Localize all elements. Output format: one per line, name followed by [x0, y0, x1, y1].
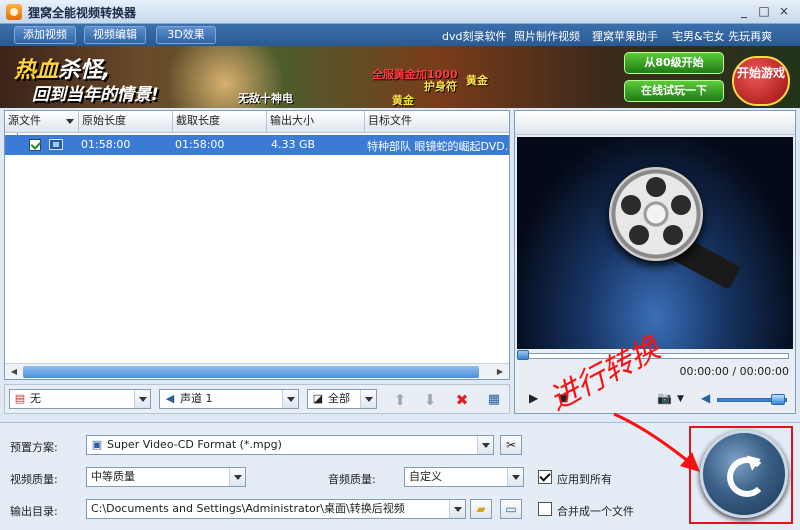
minimize-button[interactable]: _	[736, 4, 752, 19]
scroll-left-icon[interactable]: ◀	[7, 366, 21, 378]
clear-list-icon[interactable]: ▦	[483, 390, 505, 410]
col-output-size[interactable]: 输出大小	[267, 111, 365, 133]
move-up-icon[interactable]: ⬆	[389, 390, 411, 410]
list-controls: ▤ 无 ◀ 声道 1 ◪ 全部 ⬆ ⬇ ✖ ▦	[4, 384, 510, 414]
video-format-icon: ▣	[91, 438, 103, 451]
audio-quality-label: 音频质量:	[328, 473, 376, 486]
subtitle-select[interactable]: ▤ 无	[9, 389, 151, 409]
convert-button[interactable]	[700, 430, 788, 518]
audio-track-select[interactable]: ◀ 声道 1	[159, 389, 299, 409]
seek-handle[interactable]	[517, 350, 529, 360]
add-video-button[interactable]: 添加视频	[14, 26, 76, 44]
video-quality-select[interactable]: 中等质量	[86, 467, 246, 487]
banner-ad[interactable]: 热血杀怪, 回到当年的情景! 无敌十神电 全服黄金加1000 护身符 黄金 黄金…	[0, 46, 800, 108]
speaker-icon: ◀	[165, 392, 175, 405]
chevron-down-icon[interactable]	[282, 390, 298, 408]
film-icon	[49, 139, 63, 150]
chevron-down-icon[interactable]	[134, 390, 150, 408]
preset-settings-button[interactable]: ✂	[500, 435, 522, 455]
chevron-down-icon[interactable]	[477, 436, 493, 454]
row-original-length: 01:58:00	[81, 138, 131, 151]
banner-subtitle: 回到当年的情景!	[32, 85, 159, 105]
time-display: 00:00:00 / 00:00:00	[679, 365, 789, 378]
row-checkbox[interactable]	[29, 139, 41, 151]
col-cut-length[interactable]: 截取长度	[173, 111, 267, 133]
preset-select[interactable]: ▣ Super Video-CD Format (*.mpg)	[86, 435, 494, 455]
volume-handle[interactable]	[771, 394, 785, 405]
scroll-right-icon[interactable]: ▶	[493, 366, 507, 378]
link-apple-assistant[interactable]: 狸窝苹果助手	[592, 28, 658, 44]
apply-all-checkbox[interactable]	[538, 470, 552, 484]
banner-label: 黄金	[392, 94, 414, 107]
title-bar: 狸窝全能视频转换器 _ □ ×	[0, 0, 800, 24]
horizontal-scrollbar[interactable]: ◀ ▶	[5, 363, 509, 379]
sort-caret-icon	[66, 119, 74, 124]
chevron-down-icon[interactable]	[360, 390, 376, 408]
video-quality-label: 视频质量:	[10, 473, 58, 486]
row-cut-length: 01:58:00	[175, 138, 225, 151]
col-source[interactable]: 源文件	[5, 111, 79, 133]
banner-label: 无敌十神电	[238, 92, 293, 105]
camera-icon[interactable]: 📷	[657, 391, 672, 405]
apply-all-label: 应用到所有	[557, 473, 612, 486]
preset-label: 预置方案:	[10, 441, 58, 454]
3d-effect-button[interactable]: 3D效果	[156, 26, 216, 44]
link-photo-video[interactable]: 照片制作视频	[514, 28, 580, 44]
volume-icon[interactable]: ◀	[701, 391, 710, 405]
banner-label: 护身符	[424, 80, 457, 93]
output-dir-select[interactable]: C:\Documents and Settings\Administrator\…	[86, 499, 466, 519]
crop-icon: ◪	[312, 392, 324, 405]
browse-folder-icon[interactable]: ▰	[470, 499, 492, 519]
banner-try-button[interactable]: 在线试玩一下	[624, 80, 724, 102]
move-down-icon[interactable]: ⬇	[419, 390, 441, 410]
file-list[interactable]: 源文件 原始长度 截取长度 输出大小 目标文件 01:58:00 01:58:0…	[4, 110, 510, 380]
audio-quality-select[interactable]: 自定义	[404, 467, 524, 487]
subtitle-icon: ▤	[14, 392, 26, 405]
play-icon[interactable]: ▶	[529, 391, 538, 405]
delete-icon[interactable]: ✖	[451, 390, 473, 410]
scrollbar-thumb[interactable]	[23, 366, 479, 378]
banner-level-button[interactable]: 从80级开始	[624, 52, 724, 74]
toolbar: 添加视频 视频编辑 3D效果 dvd刻录软件 照片制作视频 狸窝苹果助手 宅男&…	[0, 24, 800, 46]
preview-header	[515, 111, 795, 135]
chevron-down-icon[interactable]	[449, 500, 465, 518]
window-title: 狸窝全能视频转换器	[28, 6, 137, 20]
link-dvd-burn[interactable]: dvd刻录软件	[442, 28, 506, 44]
row-output-size: 4.33 GB	[271, 138, 316, 151]
chevron-down-icon[interactable]	[229, 468, 245, 486]
banner-label: 黄金	[466, 74, 488, 87]
chevron-down-icon[interactable]: ▼	[677, 394, 684, 404]
col-target-file[interactable]: 目标文件	[365, 111, 509, 133]
row-target-file: 特种部队 眼镜蛇的崛起DVD.	[367, 140, 509, 153]
maximize-button[interactable]: □	[756, 4, 772, 19]
banner-start-game-button[interactable]: 开始游戏	[732, 56, 790, 106]
table-row[interactable]: 01:58:00 01:58:00 4.33 GB 特种部队 眼镜蛇的崛起DVD…	[5, 135, 509, 155]
app-icon	[6, 4, 22, 20]
link-game[interactable]: 宅男&宅女 先玩再爽	[672, 28, 772, 44]
crop-select[interactable]: ◪ 全部	[307, 389, 377, 409]
merge-checkbox[interactable]	[538, 502, 552, 516]
video-edit-button[interactable]: 视频编辑	[84, 26, 146, 44]
col-original-length[interactable]: 原始长度	[79, 111, 173, 133]
open-folder-icon[interactable]: ▭	[500, 499, 522, 519]
output-dir-label: 输出目录:	[10, 505, 58, 518]
preview-screen	[517, 137, 793, 349]
chevron-down-icon[interactable]	[507, 468, 523, 486]
merge-label: 合并成一个文件	[557, 505, 634, 518]
close-button[interactable]: ×	[776, 4, 792, 19]
film-reel-icon	[609, 167, 703, 261]
